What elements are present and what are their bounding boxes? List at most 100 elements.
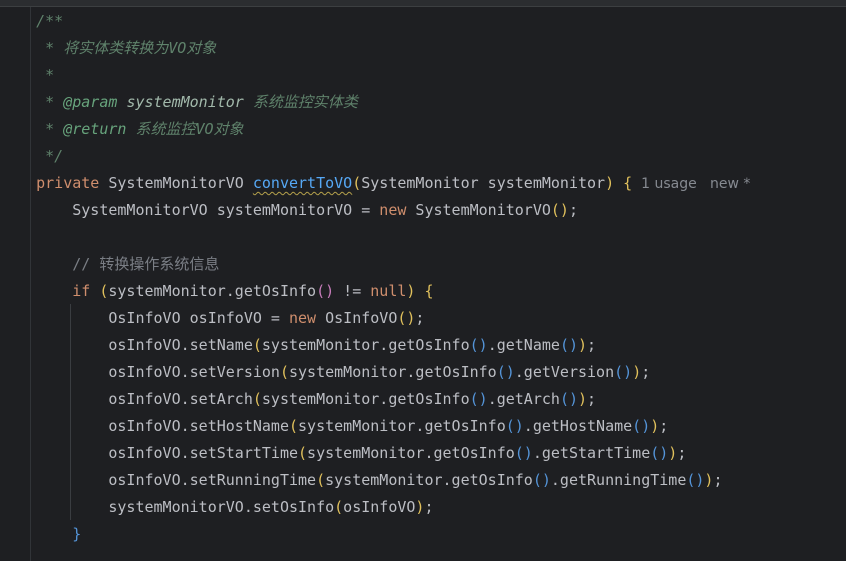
code-token: SystemMonitorVO bbox=[99, 174, 253, 192]
code-token: osInfoVO.setVersion bbox=[0, 363, 280, 381]
code-token: ( bbox=[352, 174, 362, 192]
code-token: ( bbox=[252, 390, 262, 408]
code-token: { bbox=[623, 174, 633, 192]
code-token: () bbox=[686, 471, 705, 489]
code-token: SystemMonitor systemMonitor bbox=[361, 174, 606, 192]
code-token: * bbox=[0, 66, 55, 84]
code-token: } bbox=[72, 525, 82, 543]
code-token: ; bbox=[424, 498, 434, 516]
code-token: ) bbox=[668, 444, 678, 462]
code-line[interactable]: if (systemMonitor.getOsInfo() != null) { bbox=[0, 278, 846, 305]
code-token: .getRunningTime bbox=[550, 471, 687, 489]
code-token: systemMonitorVO.setOsInfo bbox=[0, 498, 335, 516]
code-token: ) bbox=[650, 417, 660, 435]
code-line[interactable]: SystemMonitorVO systemMonitorVO = new Sy… bbox=[0, 197, 846, 224]
code-token: ; bbox=[641, 363, 651, 381]
code-token: ) bbox=[578, 390, 588, 408]
code-line[interactable]: systemMonitorVO.setOsInfo(osInfoVO); bbox=[0, 494, 846, 521]
code-token: ; bbox=[568, 201, 578, 219]
code-line[interactable]: } bbox=[0, 521, 846, 548]
code-token: systemMonitor.getOsInfo bbox=[261, 336, 470, 354]
code-token: ) bbox=[632, 363, 642, 381]
code-token: ; bbox=[587, 390, 597, 408]
code-line[interactable]: osInfoVO.setArch(systemMonitor.getOsInfo… bbox=[0, 386, 846, 413]
code-token: if bbox=[72, 282, 91, 300]
code-token: () bbox=[496, 363, 515, 381]
code-token: osInfoVO.setHostName bbox=[0, 417, 289, 435]
code-token: .getVersion bbox=[514, 363, 615, 381]
code-token: ; bbox=[415, 309, 425, 327]
code-token: // 转换操作系统信息 bbox=[0, 255, 220, 273]
code-token: () bbox=[316, 282, 335, 300]
code-line[interactable]: osInfoVO.setRunningTime(systemMonitor.ge… bbox=[0, 467, 846, 494]
inlay-hint: 1 usage new * bbox=[632, 176, 751, 192]
code-line[interactable]: osInfoVO.setVersion(systemMonitor.getOsI… bbox=[0, 359, 846, 386]
code-line[interactable]: osInfoVO.setName(systemMonitor.getOsInfo… bbox=[0, 332, 846, 359]
code-token: ) bbox=[578, 336, 588, 354]
code-token: systemMonitor.getOsInfo bbox=[261, 390, 470, 408]
code-token: OsInfoVO bbox=[316, 309, 398, 327]
code-token: ; bbox=[587, 336, 597, 354]
code-token: { bbox=[424, 282, 434, 300]
code-token: @return bbox=[63, 120, 127, 138]
code-token: () bbox=[550, 201, 569, 219]
code-token: .getHostName bbox=[523, 417, 633, 435]
code-token: () bbox=[632, 417, 651, 435]
code-editor[interactable]: /** * 将实体类转换为VO对象 * * @param systemMonit… bbox=[0, 0, 846, 561]
code-token: () bbox=[614, 363, 633, 381]
code-line[interactable]: osInfoVO.setHostName(systemMonitor.getOs… bbox=[0, 413, 846, 440]
code-token: ( bbox=[252, 336, 262, 354]
code-token: * bbox=[0, 93, 64, 111]
code-line[interactable]: */ bbox=[0, 143, 846, 170]
code-token: systemMonitor.getOsInfo bbox=[325, 471, 533, 489]
code-line[interactable]: * @param systemMonitor 系统监控实体类 bbox=[0, 89, 846, 116]
code-line[interactable]: * 将实体类转换为VO对象 bbox=[0, 35, 846, 62]
code-token: ( bbox=[298, 444, 308, 462]
code-token: ; bbox=[659, 417, 669, 435]
code-line[interactable]: osInfoVO.setStartTime(systemMonitor.getO… bbox=[0, 440, 846, 467]
code-line[interactable]: // 转换操作系统信息 bbox=[0, 251, 846, 278]
code-token: 系统监控VO对象 bbox=[126, 120, 244, 138]
code-token: () bbox=[650, 444, 669, 462]
code-line[interactable] bbox=[0, 224, 846, 251]
code-token: SystemMonitorVO systemMonitorVO = bbox=[0, 201, 380, 219]
code-line[interactable]: private SystemMonitorVO convertToVO(Syst… bbox=[0, 170, 846, 197]
code-line[interactable]: * bbox=[0, 62, 846, 89]
code-token: private bbox=[36, 174, 100, 192]
code-token: osInfoVO bbox=[343, 498, 416, 516]
code-token: () bbox=[532, 471, 551, 489]
code-token: () bbox=[559, 336, 578, 354]
code-token: () bbox=[505, 417, 524, 435]
code-token: ( bbox=[288, 417, 299, 435]
code-token: new bbox=[288, 309, 317, 327]
code-token: ; bbox=[677, 444, 687, 462]
code-token: systemMonitor.getOsInfo bbox=[307, 444, 515, 462]
code-token: 系统监控实体类 bbox=[243, 93, 358, 111]
code-line[interactable]: OsInfoVO osInfoVO = new OsInfoVO(); bbox=[0, 305, 846, 332]
code-token: new bbox=[379, 201, 407, 219]
code-token: osInfoVO.setRunningTime bbox=[0, 471, 317, 489]
code-token: systemMonitor.getOsInfo bbox=[289, 363, 497, 381]
code-token: () bbox=[469, 336, 488, 354]
code-token: osInfoVO.setName bbox=[0, 336, 253, 354]
code-line[interactable]: /** bbox=[0, 8, 846, 35]
code-token: osInfoVO.setStartTime bbox=[0, 444, 299, 462]
code-token: ) bbox=[605, 174, 615, 192]
code-token: osInfoVO.setArch bbox=[0, 390, 253, 408]
code-token: * bbox=[0, 120, 64, 138]
code-token: /** bbox=[0, 12, 64, 30]
code-token: () bbox=[469, 390, 488, 408]
code-token: ( bbox=[316, 471, 326, 489]
code-line[interactable]: * @return 系统监控VO对象 bbox=[0, 116, 846, 143]
method-name: convertToVO bbox=[252, 174, 353, 192]
editor-tab-strip bbox=[0, 0, 846, 7]
code-token: .getStartTime bbox=[532, 444, 651, 462]
code-token: () bbox=[559, 390, 578, 408]
code-token: ( bbox=[279, 363, 289, 381]
code-token: * 将实体类转换为VO对象 bbox=[0, 39, 217, 57]
